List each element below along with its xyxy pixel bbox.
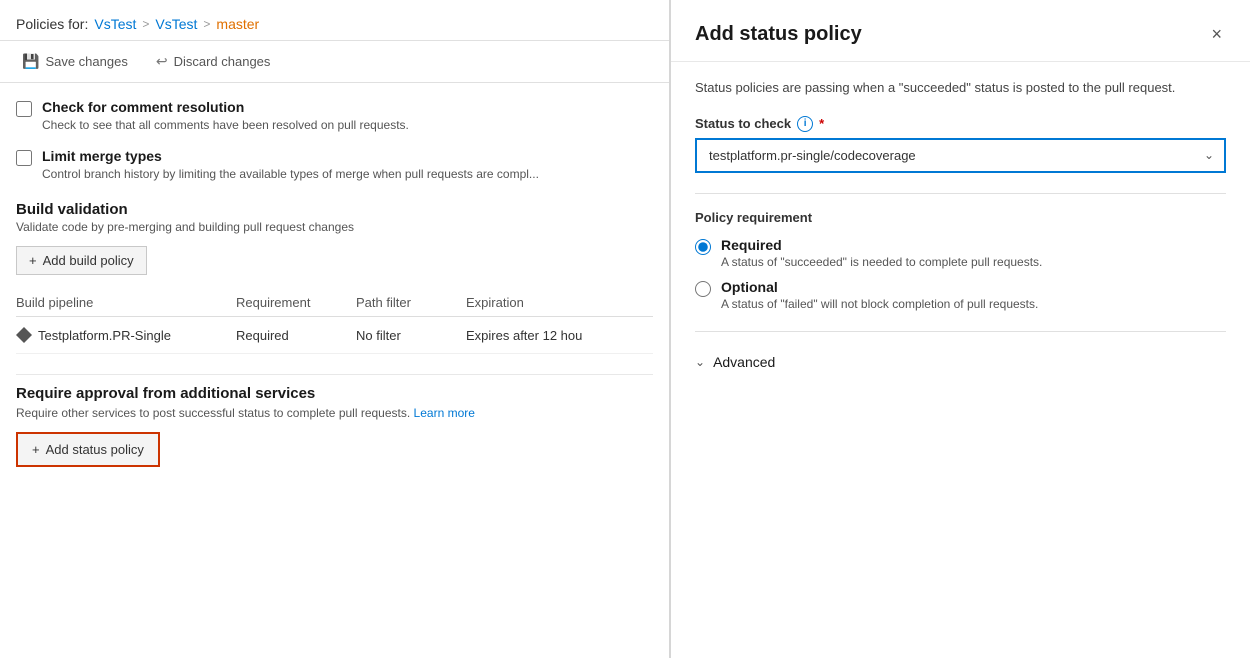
limit-merge-desc: Control branch history by limiting the a…	[42, 167, 539, 181]
comment-resolution-checkbox[interactable]	[16, 101, 32, 117]
modal-title: Add status policy	[695, 23, 862, 46]
discard-changes-label: Discard changes	[174, 54, 271, 69]
additional-services-section: Require approval from additional service…	[16, 374, 653, 467]
additional-services-desc: Require other services to post successfu…	[16, 406, 653, 420]
optional-radio[interactable]	[695, 281, 711, 297]
table-row: Testplatform.PR-Single Required No filte…	[16, 317, 653, 354]
optional-option-desc: A status of "failed" will not block comp…	[721, 297, 1038, 311]
comment-resolution-desc: Check to see that all comments have been…	[42, 118, 409, 132]
main-content: Check for comment resolution Check to se…	[0, 83, 669, 658]
add-status-policy-button[interactable]: + Add status policy	[16, 432, 160, 467]
col-path-filter: Path filter	[356, 295, 466, 310]
divider	[695, 193, 1226, 194]
advanced-label: Advanced	[713, 354, 775, 370]
plus-icon: +	[29, 253, 37, 268]
optional-radio-item: Optional A status of "failed" will not b…	[695, 279, 1226, 311]
limit-merge-item: Limit merge types Control branch history…	[16, 148, 653, 181]
modal-header: Add status policy ×	[671, 0, 1250, 62]
table-header: Build pipeline Requirement Path filter E…	[16, 289, 653, 317]
info-icon[interactable]: i	[797, 116, 813, 132]
add-status-policy-label: Add status policy	[46, 442, 144, 457]
additional-services-title: Require approval from additional service…	[16, 385, 653, 402]
learn-more-link[interactable]: Learn more	[414, 406, 475, 420]
status-to-check-select[interactable]: testplatform.pr-single/codecoverage	[695, 138, 1226, 173]
comment-resolution-title: Check for comment resolution	[42, 99, 409, 115]
left-panel: Policies for: VsTest > VsTest > master 💾…	[0, 0, 670, 658]
row-expiration: Expires after 12 hou	[466, 328, 666, 343]
breadcrumb-part2[interactable]: VsTest	[155, 16, 197, 32]
optional-option-label: Optional	[721, 279, 1038, 295]
comment-resolution-content: Check for comment resolution Check to se…	[42, 99, 409, 132]
toolbar: 💾 Save changes ↩ Discard changes	[0, 41, 669, 83]
col-expiration: Expiration	[466, 295, 666, 310]
policy-radio-group: Required A status of "succeeded" is need…	[695, 237, 1226, 311]
advanced-toggle[interactable]: ⌄ Advanced	[695, 348, 1226, 376]
chevron-down-icon: ⌄	[695, 355, 705, 369]
required-star: *	[819, 116, 824, 131]
required-option-content: Required A status of "succeeded" is need…	[721, 237, 1042, 269]
row-requirement: Required	[236, 328, 356, 343]
comment-resolution-item: Check for comment resolution Check to se…	[16, 99, 653, 132]
breadcrumb-label: Policies for:	[16, 16, 88, 32]
discard-changes-button[interactable]: ↩ Discard changes	[150, 49, 277, 74]
pipeline-icon	[16, 327, 32, 343]
row-path-filter: No filter	[356, 328, 466, 343]
breadcrumb-bar: Policies for: VsTest > VsTest > master	[0, 0, 669, 41]
pipeline-cell: Testplatform.PR-Single	[16, 327, 236, 343]
close-modal-button[interactable]: ×	[1207, 20, 1226, 49]
right-panel: Add status policy × Status policies are …	[670, 0, 1250, 658]
save-changes-label: Save changes	[45, 54, 127, 69]
save-icon: 💾	[22, 53, 39, 70]
required-radio-item: Required A status of "succeeded" is need…	[695, 237, 1226, 269]
breadcrumb-sep1: >	[142, 17, 149, 31]
limit-merge-content: Limit merge types Control branch history…	[42, 148, 539, 181]
status-select-wrapper: testplatform.pr-single/codecoverage ⌄	[695, 138, 1226, 173]
divider-advanced	[695, 331, 1226, 332]
modal-body: Status policies are passing when a "succ…	[671, 62, 1250, 658]
breadcrumb: Policies for: VsTest > VsTest > master	[16, 16, 653, 32]
additional-services-desc-text: Require other services to post successfu…	[16, 406, 410, 420]
optional-option-content: Optional A status of "failed" will not b…	[721, 279, 1038, 311]
breadcrumb-part3: master	[216, 16, 259, 32]
policy-section: Check for comment resolution Check to se…	[16, 99, 653, 181]
col-pipeline: Build pipeline	[16, 295, 236, 310]
breadcrumb-sep2: >	[203, 17, 210, 31]
status-to-check-label: Status to check i *	[695, 116, 1226, 132]
build-validation-title: Build validation	[16, 201, 653, 218]
required-radio[interactable]	[695, 239, 711, 255]
col-requirement: Requirement	[236, 295, 356, 310]
required-option-label: Required	[721, 237, 1042, 253]
modal-description: Status policies are passing when a "succ…	[695, 78, 1226, 98]
pipeline-name: Testplatform.PR-Single	[38, 328, 171, 343]
policy-requirement-label: Policy requirement	[695, 210, 1226, 225]
save-changes-button[interactable]: 💾 Save changes	[16, 49, 134, 74]
close-icon: ×	[1211, 24, 1222, 45]
plus-status-icon: +	[32, 442, 40, 457]
limit-merge-checkbox[interactable]	[16, 150, 32, 166]
limit-merge-title: Limit merge types	[42, 148, 539, 164]
add-build-policy-label: Add build policy	[43, 253, 134, 268]
breadcrumb-part1[interactable]: VsTest	[94, 16, 136, 32]
required-option-desc: A status of "succeeded" is needed to com…	[721, 255, 1042, 269]
add-build-policy-button[interactable]: + Add build policy	[16, 246, 147, 275]
build-validation-desc: Validate code by pre-merging and buildin…	[16, 220, 653, 234]
discard-icon: ↩	[156, 53, 168, 70]
